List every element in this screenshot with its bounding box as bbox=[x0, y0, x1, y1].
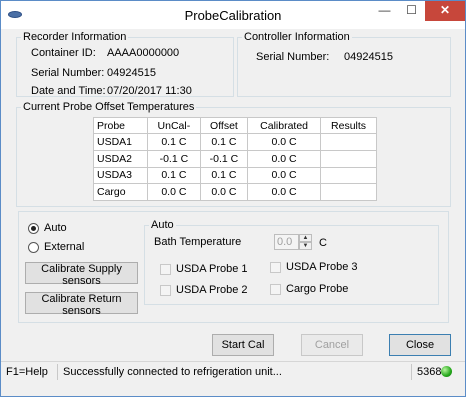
cargo-probe-checkbox[interactable] bbox=[270, 284, 281, 295]
calibrate-supply-button[interactable]: Calibrate Supply sensors bbox=[25, 262, 138, 287]
table-cell: 0.1 C bbox=[147, 166, 201, 185]
table-cell bbox=[320, 183, 377, 201]
table-cell: 0.1 C bbox=[199, 166, 249, 185]
bath-temperature-input[interactable]: 0.0 bbox=[274, 234, 299, 250]
table-cell bbox=[320, 133, 377, 151]
table-cell: 0.0 C bbox=[247, 149, 322, 168]
recorder-serial-value: 04924515 bbox=[107, 67, 156, 79]
controller-info-group: Controller Information bbox=[237, 31, 451, 97]
auto-radio-label[interactable]: Auto bbox=[44, 222, 67, 234]
column-header: Results bbox=[320, 117, 377, 134]
column-header: Calibrated bbox=[247, 117, 322, 134]
table-cell: -0.1 C bbox=[147, 149, 201, 168]
controller-serial-label: Serial Number: bbox=[256, 51, 330, 63]
table-header-row: Probe UnCal- Offset Calibrated Results bbox=[93, 117, 377, 134]
external-radio[interactable] bbox=[28, 242, 39, 253]
status-separator bbox=[57, 364, 58, 380]
probe-offset-legend: Current Probe Offset Temperatures bbox=[23, 101, 195, 113]
status-bar: F1=Help Successfully connected to refrig… bbox=[1, 361, 465, 381]
date-time-value: 07/20/2017 11:30 bbox=[107, 85, 192, 97]
cancel-button[interactable]: Cancel bbox=[301, 334, 363, 356]
column-header: Probe bbox=[93, 117, 148, 134]
table-cell: 0.1 C bbox=[147, 133, 201, 151]
usda-probe-1-checkbox[interactable] bbox=[160, 264, 171, 275]
table-row[interactable]: USDA2 -0.1 C -0.1 C 0.0 C bbox=[93, 149, 377, 168]
external-radio-label[interactable]: External bbox=[44, 241, 84, 253]
bath-temperature-label: Bath Temperature bbox=[154, 236, 242, 248]
status-message: Successfully connected to refrigeration … bbox=[63, 366, 282, 378]
recorder-serial-label: Serial Number: bbox=[31, 67, 105, 79]
usda-probe-1-label[interactable]: USDA Probe 1 bbox=[176, 263, 248, 275]
usda-probe-3-checkbox[interactable] bbox=[270, 262, 281, 273]
table-row[interactable]: Cargo 0.0 C 0.0 C 0.0 C bbox=[93, 183, 377, 201]
container-id-label: Container ID: bbox=[31, 47, 96, 59]
recorder-info-legend: Recorder Information bbox=[23, 31, 127, 43]
connection-status-icon bbox=[441, 366, 452, 377]
table-cell: Cargo bbox=[93, 183, 148, 201]
status-separator bbox=[411, 364, 412, 380]
spin-up-icon[interactable]: ▲ bbox=[299, 234, 312, 242]
table-row[interactable]: USDA1 0.1 C 0.1 C 0.0 C bbox=[93, 133, 377, 151]
maximize-button[interactable]: ☐ bbox=[398, 1, 425, 21]
table-cell: USDA3 bbox=[93, 166, 148, 185]
usda-probe-3-label[interactable]: USDA Probe 3 bbox=[286, 261, 358, 273]
controller-serial-value: 04924515 bbox=[344, 51, 393, 63]
table-cell bbox=[320, 149, 377, 168]
table-cell: -0.1 C bbox=[199, 149, 249, 168]
table-cell: 0.0 C bbox=[247, 166, 322, 185]
close-window-button[interactable]: ✕ bbox=[425, 1, 465, 21]
table-cell: 0.0 C bbox=[247, 133, 322, 151]
usda-probe-2-label[interactable]: USDA Probe 2 bbox=[176, 284, 248, 296]
container-id-value: AAAA0000000 bbox=[107, 47, 180, 59]
bath-temperature-unit: C bbox=[319, 237, 327, 249]
controller-info-legend: Controller Information bbox=[244, 31, 350, 43]
usda-probe-2-checkbox[interactable] bbox=[160, 285, 171, 296]
start-cal-button[interactable]: Start Cal bbox=[212, 334, 274, 356]
calibrate-return-button[interactable]: Calibrate Return sensors bbox=[25, 292, 138, 317]
column-header: Offset bbox=[199, 117, 249, 134]
table-cell: 0.0 C bbox=[247, 183, 322, 201]
table-row[interactable]: USDA3 0.1 C 0.1 C 0.0 C bbox=[93, 166, 377, 185]
auto-group-legend: Auto bbox=[151, 219, 174, 231]
probe-offset-table: Probe UnCal- Offset Calibrated Results U… bbox=[93, 117, 377, 201]
help-hint: F1=Help bbox=[6, 366, 48, 378]
column-header: UnCal- bbox=[147, 117, 201, 134]
spin-down-icon[interactable]: ▼ bbox=[299, 242, 312, 250]
close-button[interactable]: Close bbox=[389, 334, 451, 356]
minimize-button[interactable]: — bbox=[371, 1, 398, 21]
table-cell: 0.0 C bbox=[199, 183, 249, 201]
table-cell: 0.1 C bbox=[199, 133, 249, 151]
status-code: 5368 bbox=[417, 366, 442, 378]
table-cell: USDA2 bbox=[93, 149, 148, 168]
table-cell bbox=[320, 166, 377, 185]
title-bar[interactable]: ProbeCalibration — ☐ ✕ bbox=[1, 1, 465, 29]
auto-radio[interactable] bbox=[28, 223, 39, 234]
date-time-label: Date and Time: bbox=[31, 85, 106, 97]
table-cell: USDA1 bbox=[93, 133, 148, 151]
cargo-probe-label[interactable]: Cargo Probe bbox=[286, 283, 348, 295]
table-cell: 0.0 C bbox=[147, 183, 201, 201]
probe-calibration-window: ProbeCalibration — ☐ ✕ Recorder Informat… bbox=[0, 0, 466, 397]
